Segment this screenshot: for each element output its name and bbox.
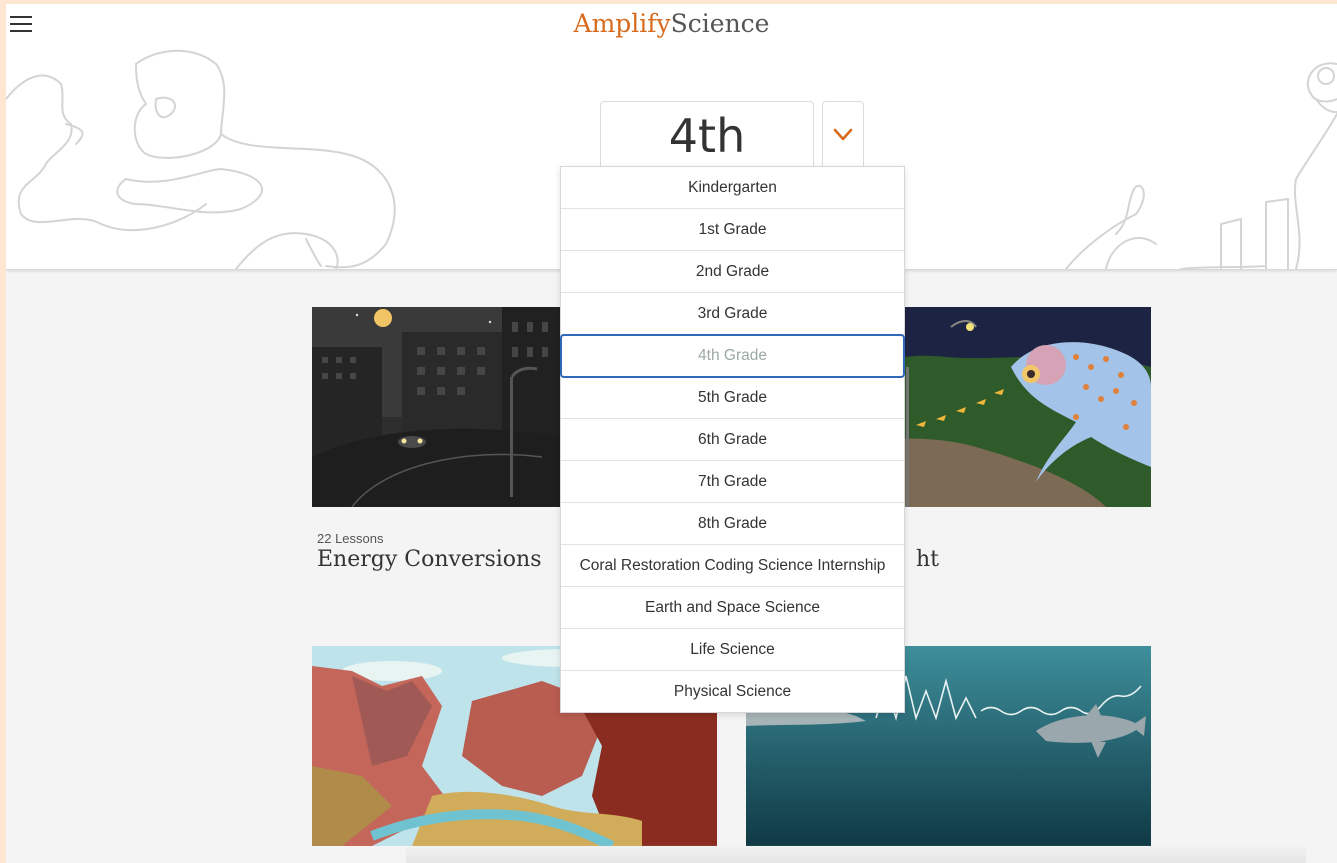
brand-part-science: Science: [670, 9, 770, 38]
grade-selector-button[interactable]: 4th Grade: [600, 101, 814, 227]
grade-option-8th[interactable]: 8th Grade: [561, 503, 904, 545]
grade-option-life-science[interactable]: Life Science: [561, 629, 904, 671]
grade-dropdown-toggle[interactable]: [822, 101, 864, 168]
unit-title[interactable]: Energy Conversions: [317, 547, 542, 572]
grade-option-1st[interactable]: 1st Grade: [561, 209, 904, 251]
grade-option-4th[interactable]: 4th Grade: [560, 334, 905, 378]
grade-option-5th[interactable]: 5th Grade: [561, 377, 904, 419]
unit-lesson-count: 22 Lessons: [317, 531, 384, 546]
grade-option-7th[interactable]: 7th Grade: [561, 461, 904, 503]
bottom-shadow: [406, 844, 1306, 863]
brand-part-amplify: Amplify: [573, 9, 671, 38]
grade-option-physical-science[interactable]: Physical Science: [561, 671, 904, 712]
chevron-down-icon: [833, 128, 853, 141]
unit-title[interactable]: ht: [916, 547, 939, 572]
grade-option-earth-space-science[interactable]: Earth and Space Science: [561, 587, 904, 629]
page: AmplifyScience 4th Grade: [6, 4, 1337, 863]
grade-option-3rd[interactable]: 3rd Grade: [561, 293, 904, 335]
grade-option-coral-restoration[interactable]: Coral Restoration Coding Science Interns…: [561, 545, 904, 587]
grade-dropdown-list[interactable]: Kindergarten 1st Grade 2nd Grade 3rd Gra…: [560, 166, 905, 713]
grade-option-2nd[interactable]: 2nd Grade: [561, 251, 904, 293]
grade-option-6th[interactable]: 6th Grade: [561, 419, 904, 461]
brand-logo: AmplifyScience: [6, 8, 1337, 40]
grade-option-kindergarten[interactable]: Kindergarten: [561, 167, 904, 209]
